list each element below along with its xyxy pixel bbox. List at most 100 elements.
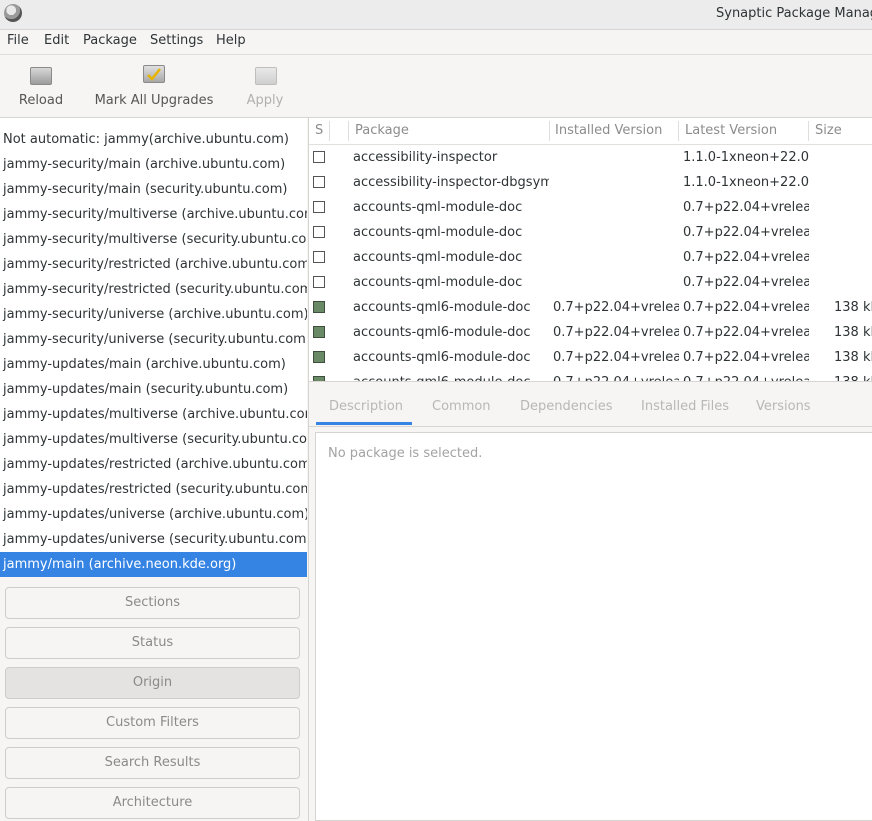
package-latest-version: 1.1.0-1xneon+22.04	[683, 175, 809, 190]
mark-all-upgrades-label: Mark All Upgrades	[94, 93, 214, 108]
package-status-checkbox[interactable]	[313, 201, 325, 213]
origin-list[interactable]: Not automatic: jammy(archive.ubuntu.com)…	[0, 118, 307, 577]
column-header-package[interactable]: Package	[355, 123, 409, 138]
origin-list-item[interactable]: jammy-security/main (archive.ubuntu.com)	[0, 152, 307, 177]
apply-button[interactable]: Apply	[238, 55, 292, 117]
tab-dependencies[interactable]: Dependencies	[520, 399, 613, 414]
package-installed-version: 0.7+p22.04+vreleas	[553, 370, 679, 381]
origin-list-item[interactable]: jammy-security/universe (security.ubuntu…	[0, 327, 307, 352]
sections-filter-button[interactable]: Sections	[5, 587, 300, 619]
package-installed-version: 0.7+p22.04+vreleas	[553, 350, 679, 365]
menu-file[interactable]: File	[7, 33, 29, 48]
column-separator	[329, 121, 330, 141]
window-title: Synaptic Package Manage	[716, 6, 872, 21]
package-name: accounts-qml6-module-doc	[353, 300, 531, 315]
package-status-checkbox[interactable]	[313, 226, 325, 238]
package-name: accounts-qml-module-doc	[353, 225, 523, 240]
package-row[interactable]: accounts-qml6-module-doc 0.7+p22.04+vrel…	[309, 295, 872, 320]
package-row[interactable]: accessibility-inspector 1.1.0-1xneon+22.…	[309, 145, 872, 170]
column-header-status[interactable]: S	[315, 123, 323, 138]
toolbar: Reload Mark All Upgrades Apply	[0, 55, 872, 118]
column-header-size[interactable]: Size	[815, 123, 842, 138]
package-row[interactable]: accounts-qml6-module-doc 0.7+p22.04+vrel…	[309, 345, 872, 370]
package-installed-version: 0.7+p22.04+vreleas	[553, 300, 679, 315]
title-bar: Synaptic Package Manage	[0, 0, 872, 30]
origin-list-item[interactable]: jammy-security/restricted (archive.ubunt…	[0, 252, 307, 277]
origin-filter-button[interactable]: Origin	[5, 667, 300, 699]
origin-list-item[interactable]: jammy-updates/restricted (archive.ubuntu…	[0, 452, 307, 477]
architecture-filter-button[interactable]: Architecture	[5, 787, 300, 819]
origin-list-item[interactable]: jammy-security/multiverse (archive.ubunt…	[0, 202, 307, 227]
package-row[interactable]: accounts-qml-module-doc 0.7+p22.04+vrele…	[309, 270, 872, 295]
package-name: accounts-qml6-module-doc	[353, 325, 531, 340]
package-installed-version: 0.7+p22.04+vreleas	[553, 325, 679, 340]
package-row[interactable]: accounts-qml-module-doc 0.7+p22.04+vrele…	[309, 195, 872, 220]
package-status-checkbox-installed[interactable]	[313, 376, 325, 381]
menu-package[interactable]: Package	[83, 33, 137, 48]
origin-list-item[interactable]: jammy-security/multiverse (security.ubun…	[0, 227, 307, 252]
origin-list-item-selected[interactable]: jammy/main (archive.neon.kde.org)	[0, 552, 307, 577]
origin-list-item[interactable]: jammy-security/restricted (security.ubun…	[0, 277, 307, 302]
column-header-installed-version[interactable]: Installed Version	[555, 123, 662, 138]
custom-filters-button[interactable]: Custom Filters	[5, 707, 300, 739]
origin-list-item[interactable]: jammy-updates/multiverse (archive.ubuntu…	[0, 402, 307, 427]
package-latest-version: 0.7+p22.04+vreleas	[683, 370, 809, 381]
origin-list-item[interactable]: jammy-updates/universe (security.ubuntu.…	[0, 527, 307, 552]
package-latest-version: 0.7+p22.04+vreleas	[683, 250, 809, 265]
search-results-button[interactable]: Search Results	[5, 747, 300, 779]
origin-list-item[interactable]: jammy-security/universe (archive.ubuntu.…	[0, 302, 307, 327]
origin-list-item[interactable]: jammy-security/main (security.ubuntu.com…	[0, 177, 307, 202]
package-status-checkbox-installed[interactable]	[313, 351, 325, 363]
package-status-checkbox[interactable]	[313, 176, 325, 188]
package-list-header: S Package Installed Version Latest Versi…	[309, 118, 872, 145]
origin-list-item[interactable]: jammy-updates/multiverse (security.ubunt…	[0, 427, 307, 452]
status-filter-button[interactable]: Status	[5, 627, 300, 659]
synaptic-app-icon	[4, 4, 22, 22]
package-latest-version: 0.7+p22.04+vreleas	[683, 200, 809, 215]
package-name: accounts-qml-module-doc	[353, 275, 523, 290]
package-name: accessibility-inspector	[353, 150, 498, 165]
package-status-checkbox-installed[interactable]	[313, 326, 325, 338]
tab-common[interactable]: Common	[432, 399, 491, 414]
package-row[interactable]: accounts-qml-module-doc 0.7+p22.04+vrele…	[309, 220, 872, 245]
package-status-checkbox[interactable]	[313, 251, 325, 263]
column-header-latest-version[interactable]: Latest Version	[685, 123, 777, 138]
apply-icon	[255, 67, 277, 85]
origin-list-item[interactable]: jammy-updates/restricted (security.ubunt…	[0, 477, 307, 502]
package-status-checkbox-installed[interactable]	[313, 301, 325, 313]
reload-button[interactable]: Reload	[10, 55, 72, 117]
package-row[interactable]: accessibility-inspector-dbgsym 1.1.0-1xn…	[309, 170, 872, 195]
package-row[interactable]: accounts-qml-module-doc 0.7+p22.04+vrele…	[309, 245, 872, 270]
package-size: 138 kB	[834, 350, 872, 365]
menu-edit[interactable]: Edit	[44, 33, 69, 48]
origin-list-item[interactable]: Not automatic: jammy(archive.ubuntu.com)	[0, 127, 307, 152]
package-name: accounts-qml6-module-doc	[353, 370, 549, 381]
description-text: No package is selected.	[328, 446, 483, 461]
mark-all-upgrades-button[interactable]: Mark All Upgrades	[92, 55, 216, 117]
menu-help[interactable]: Help	[216, 33, 246, 48]
tab-installed-files[interactable]: Installed Files	[641, 399, 729, 414]
tab-description[interactable]: Description	[329, 399, 403, 414]
reload-label: Reload	[18, 93, 64, 108]
menu-settings[interactable]: Settings	[150, 33, 203, 48]
origin-list-item[interactable]: jammy-updates/universe (archive.ubuntu.c…	[0, 502, 307, 527]
package-name: accounts-qml-module-doc	[353, 250, 523, 265]
package-row[interactable]: accounts-qml6-module-doc 0.7+p22.04+vrel…	[309, 370, 872, 381]
description-area: No package is selected.	[315, 432, 872, 821]
origin-list-item[interactable]: jammy-updates/main (security.ubuntu.com)	[0, 377, 307, 402]
column-separator	[549, 121, 550, 141]
package-row[interactable]: accounts-qml6-module-doc 0.7+p22.04+vrel…	[309, 320, 872, 345]
package-list[interactable]: accessibility-inspector 1.1.0-1xneon+22.…	[309, 145, 872, 382]
active-tab-indicator	[316, 422, 412, 425]
filter-panel: Not automatic: jammy(archive.ubuntu.com)…	[0, 118, 307, 821]
package-size: 138 kB	[834, 370, 872, 381]
package-status-checkbox[interactable]	[313, 151, 325, 163]
origin-list-item[interactable]: jammy-updates/main (archive.ubuntu.com)	[0, 352, 307, 377]
menu-bar: File Edit Package Settings Help	[0, 30, 872, 55]
tab-versions[interactable]: Versions	[756, 399, 811, 414]
package-latest-version: 1.1.0-1xneon+22.04	[683, 150, 809, 165]
apply-label: Apply	[246, 93, 284, 108]
package-status-checkbox[interactable]	[313, 276, 325, 288]
package-latest-version: 0.7+p22.04+vreleas	[683, 275, 809, 290]
package-name: accessibility-inspector-dbgsym	[353, 175, 549, 190]
